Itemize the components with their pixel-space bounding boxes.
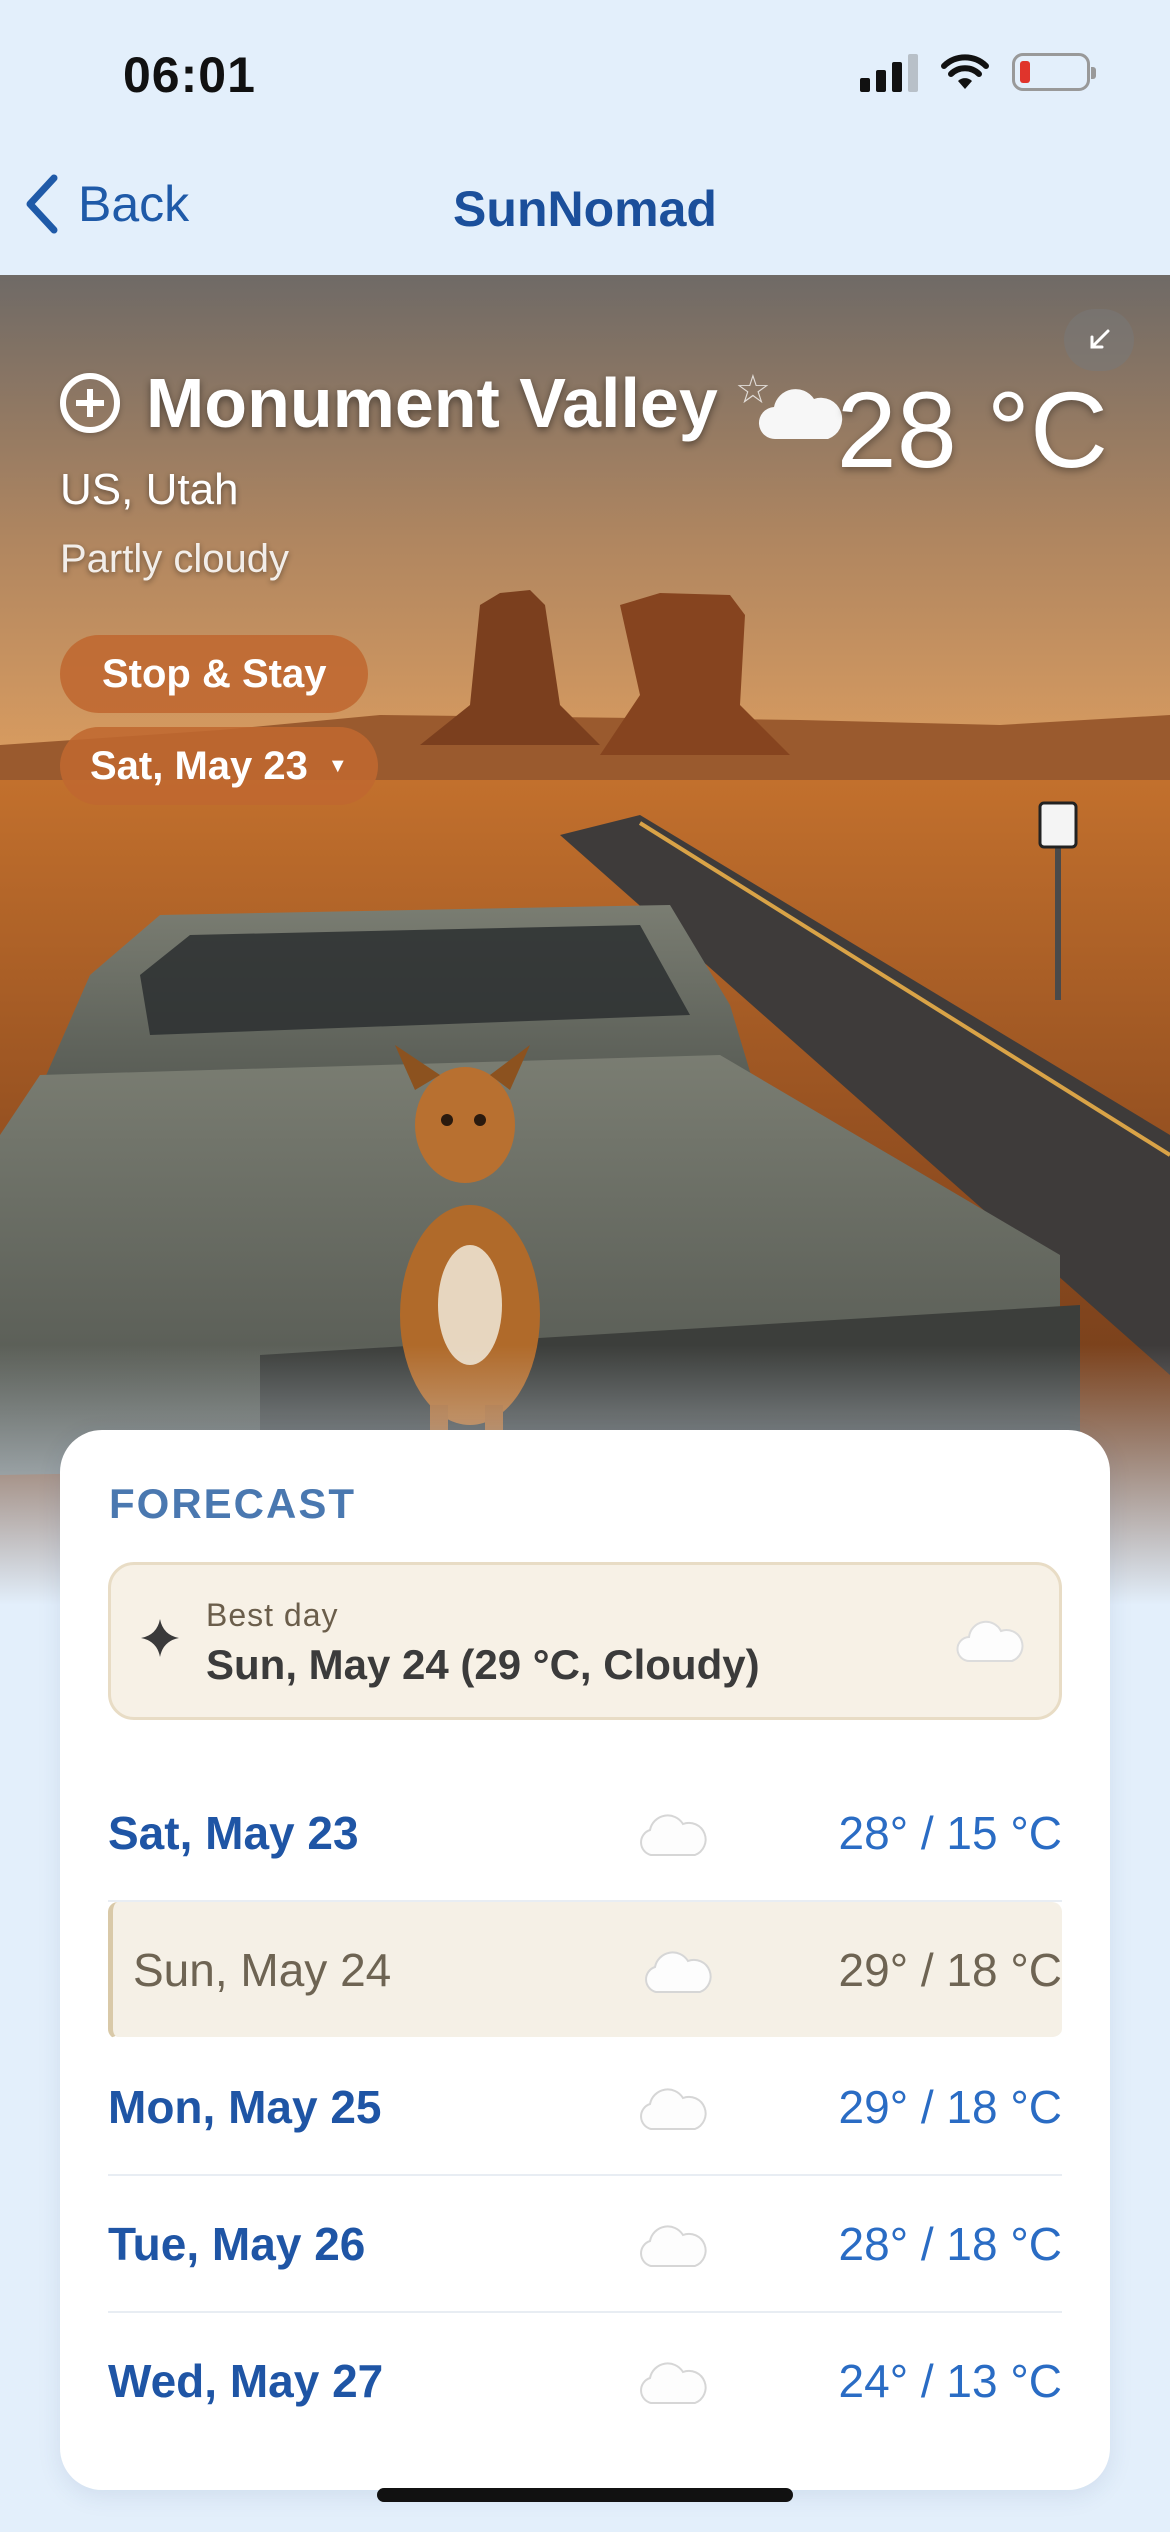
cloud-icon: [640, 1814, 707, 1856]
cloud-icon: [640, 2362, 707, 2404]
forecast-row[interactable]: Tue, May 26 28° / 18 °C: [108, 2176, 1062, 2313]
wifi-icon: [941, 54, 989, 89]
status-icons: [860, 52, 1096, 92]
forecast-list: Sat, May 23 28° / 15 °C Sun, May 24 29° …: [108, 1765, 1062, 2450]
arrow-down-left-icon: [1090, 329, 1110, 349]
forecast-temp: 24° / 13 °C: [838, 2355, 1062, 2407]
cloud-icon: [758, 389, 843, 440]
forecast-day: Tue, May 26: [108, 2218, 366, 2270]
forecast-temp: 29° / 18 °C: [838, 1944, 1062, 1996]
best-day-banner[interactable]: Best day Sun, May 24 (29 °C, Cloudy): [108, 1562, 1062, 1720]
current-condition: Partly cloudy: [60, 537, 289, 581]
forecast-title: FORECAST: [109, 1480, 356, 1527]
stop-and-stay-label: Stop & Stay: [102, 651, 327, 696]
place-region: US, Utah: [60, 465, 239, 514]
place-header: Monument Valley: [60, 363, 718, 443]
app-title: SunNomad: [453, 181, 717, 237]
date-selector[interactable]: Sat, May 23 ▼: [60, 727, 378, 805]
forecast-row[interactable]: Sat, May 23 28° / 15 °C: [108, 1765, 1062, 1902]
cellular-signal-icon: [860, 52, 918, 92]
sparkle-icon: [141, 1619, 179, 1657]
forecast-row-selected[interactable]: Sun, May 24 29° / 18 °C: [108, 1902, 1062, 2039]
forecast-card: FORECAST Best day Sun, May 24 (29 °C, Cl…: [60, 1430, 1110, 2490]
forecast-day: Sat, May 23: [108, 1807, 359, 1859]
location-hero: Monument Valley ☆ 28 °C US, Utah Partly …: [0, 275, 1170, 1605]
cloud-icon: [645, 1951, 712, 1993]
place-name: Monument Valley: [146, 364, 718, 442]
add-location-icon[interactable]: [60, 373, 120, 433]
forecast-temp: 28° / 18 °C: [838, 2218, 1062, 2270]
current-temperature: 28 °C: [836, 369, 1108, 490]
caret-down-icon: ▼: [327, 754, 348, 777]
stop-and-stay-button[interactable]: Stop & Stay: [60, 635, 369, 713]
forecast-day: Mon, May 25: [108, 2081, 382, 2133]
best-day-value: Sun, May 24 (29 °C, Cloudy): [206, 1641, 760, 1688]
selected-date: Sat, May 23: [90, 743, 308, 788]
battery-level: [1020, 61, 1030, 83]
status-bar: 06:01: [0, 0, 1170, 150]
forecast-temp: 29° / 18 °C: [838, 2081, 1062, 2133]
cloud-icon: [956, 1620, 1024, 1663]
forecast-day: Sun, May 24: [133, 1944, 392, 1996]
forecast-row[interactable]: Wed, May 27 24° / 13 °C: [108, 2313, 1062, 2450]
forecast-day: Wed, May 27: [108, 2355, 384, 2407]
status-time: 06:01: [123, 47, 256, 103]
navigation-bar: Back SunNomad: [0, 150, 1170, 275]
collapse-button[interactable]: [1064, 309, 1134, 371]
cloud-icon: [640, 2088, 707, 2130]
best-day-label: Best day: [206, 1597, 339, 1633]
cloud-icon: [640, 2225, 707, 2267]
home-indicator[interactable]: [377, 2488, 793, 2502]
battery-icon: [1012, 53, 1096, 91]
forecast-row[interactable]: Mon, May 25 29° / 18 °C: [108, 2039, 1062, 2176]
forecast-temp: 28° / 15 °C: [838, 1807, 1062, 1859]
